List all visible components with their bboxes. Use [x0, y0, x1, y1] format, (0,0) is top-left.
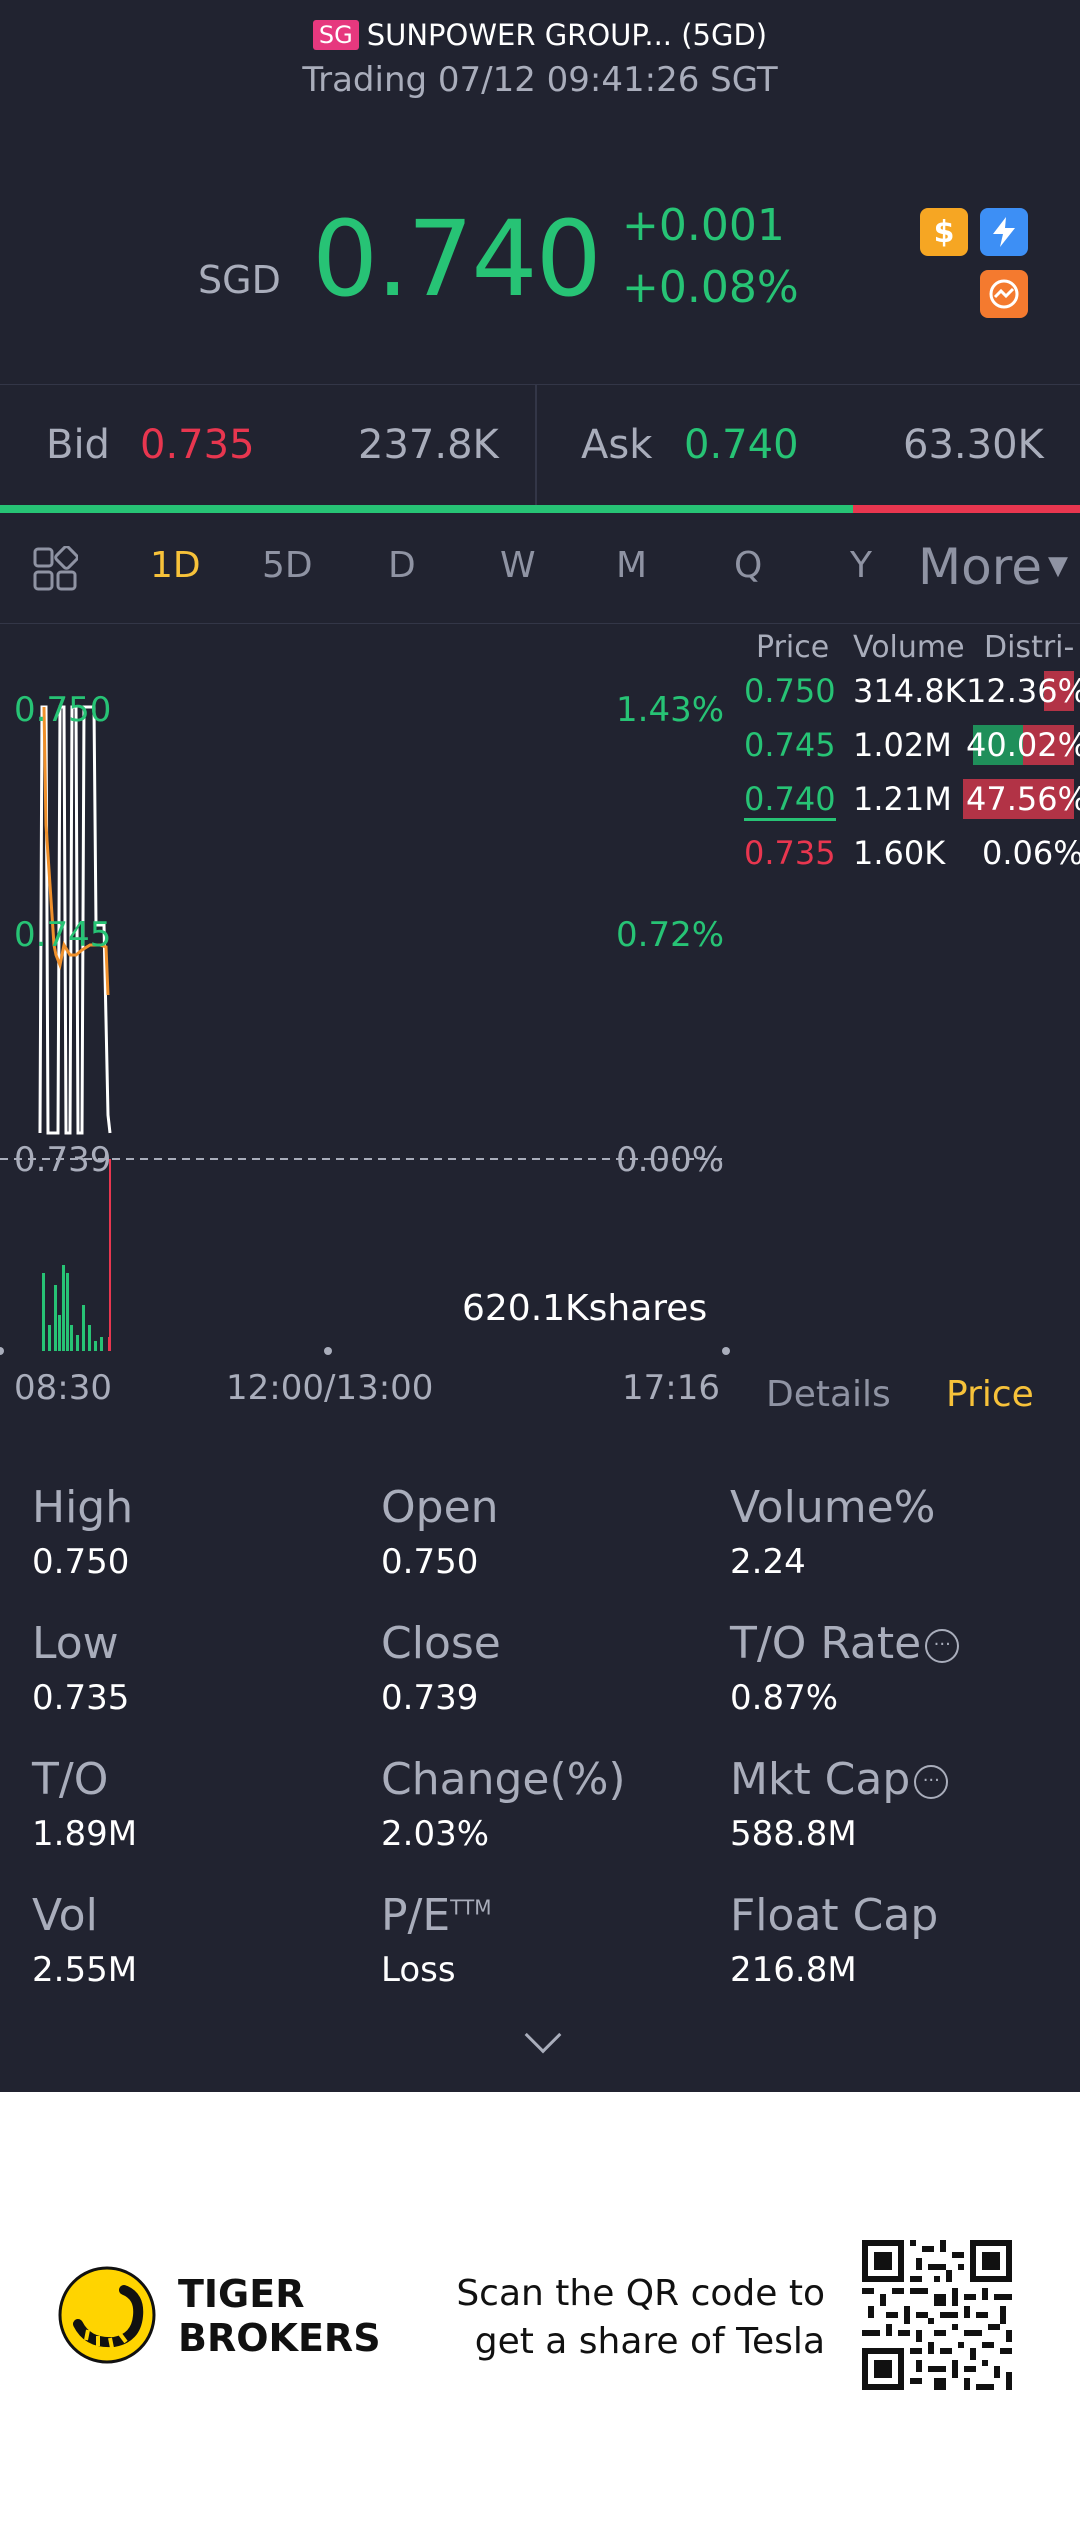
brand-line-2: BROKERS [178, 2316, 381, 2360]
bid-ratio-bar [0, 505, 853, 513]
stat-to-rate: T/O Rate ··· [730, 1618, 960, 1669]
activity-icon[interactable] [980, 270, 1028, 318]
stat-volume-pct-label: Volume% [730, 1482, 936, 1533]
dollar-icon[interactable]: $ [920, 208, 968, 256]
dist-volume: 1.02M [853, 726, 952, 764]
dist-share: 0.06% [982, 834, 1080, 872]
dist-price: 0.735 [744, 834, 836, 872]
stat-high-value: 0.750 [32, 1542, 130, 1582]
dist-header-price: Price [756, 630, 830, 665]
volume-bars [42, 1265, 103, 1351]
layout-grid-icon[interactable] [32, 545, 79, 596]
more-info-icon[interactable]: ··· [914, 1765, 949, 1799]
tab-price-distribution[interactable]: Price [946, 1374, 1034, 1415]
dist-price-current: 0.740 [744, 780, 836, 821]
ask-price[interactable]: 0.740 [684, 422, 799, 468]
tab-w[interactable]: W [500, 545, 536, 586]
tab-more[interactable]: More ▼ [918, 538, 1068, 596]
pct-label-mid: 0.72% [616, 915, 725, 955]
price-label-low: 0.739 [14, 1140, 112, 1180]
tab-q[interactable]: Q [734, 545, 762, 586]
ask-label: Ask [581, 422, 653, 468]
dist-price: 0.750 [744, 672, 836, 710]
flash-icon[interactable] [980, 208, 1028, 256]
stat-to-rate-label: T/O Rate [730, 1618, 922, 1669]
currency-label: SGD [198, 258, 281, 302]
stat-pe-label: P/E [381, 1890, 451, 1941]
dist-header-distribution: Distri- [984, 630, 1075, 665]
tiger-logo-icon [58, 2266, 156, 2368]
stat-turnover-label: T/O [32, 1754, 109, 1805]
price-change-pct: +0.08% [622, 262, 799, 313]
stat-float-cap-value: 216.8M [730, 1950, 857, 1990]
stat-vol-label: Vol [32, 1890, 98, 1941]
ask-ratio-bar [853, 505, 1080, 513]
time-label-open: 08:30 [14, 1368, 112, 1408]
bid-size: 237.8K [358, 422, 499, 468]
promo-line-1: Scan the QR code to [456, 2273, 825, 2314]
pct-label-high: 1.43% [616, 690, 725, 730]
market-badge: SG [312, 20, 359, 50]
stat-change-pct-label: Change(%) [381, 1754, 626, 1805]
stat-high-label: High [32, 1482, 134, 1533]
trading-status: Trading 07/12 09:41:26 SGT [302, 60, 778, 100]
tab-1d[interactable]: 1D [150, 545, 201, 586]
stat-low-value: 0.735 [32, 1678, 130, 1718]
stat-open-value: 0.750 [381, 1542, 479, 1582]
tab-more-label: More [918, 538, 1042, 596]
dist-volume: 1.21M [853, 780, 952, 818]
stat-mkt-cap: Mkt Cap ··· [730, 1754, 949, 1805]
stat-mkt-cap-value: 588.8M [730, 1814, 857, 1854]
dist-volume: 1.60K [853, 834, 946, 872]
dist-share: 12.36% [966, 672, 1080, 710]
stat-float-cap-label: Float Cap [730, 1890, 939, 1941]
dist-price: 0.745 [744, 726, 836, 764]
pct-label-low: 0.00% [616, 1140, 725, 1180]
stat-pe: P/ETTM [381, 1890, 492, 1941]
dist-share: 40.02% [966, 726, 1080, 764]
bid-label: Bid [46, 422, 110, 468]
dist-header-volume: Volume [853, 630, 965, 665]
stat-low-label: Low [32, 1618, 119, 1669]
tab-y[interactable]: Y [850, 545, 872, 586]
dist-share: 47.56% [966, 780, 1080, 818]
tab-d[interactable]: D [388, 545, 416, 586]
more-info-icon[interactable]: ··· [925, 1629, 960, 1663]
stat-pe-value: Loss [381, 1950, 456, 1990]
stat-volume-pct-value: 2.24 [730, 1542, 806, 1582]
volume-total-label: 620.1Kshares [462, 1288, 708, 1329]
time-label-close: 17:16 [622, 1368, 720, 1408]
stat-close-label: Close [381, 1618, 501, 1669]
price-label-mid: 0.745 [14, 915, 112, 955]
caret-down-icon: ▼ [1047, 551, 1068, 581]
tab-m[interactable]: M [616, 545, 647, 586]
promo-line-2: get a share of Tesla [474, 2321, 825, 2362]
stock-title[interactable]: SG SUNPOWER GROUP... (5GD) [0, 18, 1080, 52]
stat-mkt-cap-label: Mkt Cap [730, 1754, 911, 1805]
promo-text: Scan the QR code to get a share of Tesla [440, 2270, 825, 2366]
stat-pe-sup: TTM [450, 1895, 492, 1920]
brand-name: TIGER BROKERS [178, 2272, 381, 2360]
tab-details[interactable]: Details [766, 1374, 891, 1415]
price-label-high: 0.750 [14, 690, 112, 730]
bid-price[interactable]: 0.735 [140, 422, 255, 468]
stat-open-label: Open [381, 1482, 499, 1533]
dist-volume: 314.8K [853, 672, 966, 710]
stat-close-value: 0.739 [381, 1678, 479, 1718]
time-label-break: 12:00/13:00 [226, 1368, 434, 1408]
qr-code-icon[interactable] [862, 2240, 1012, 2394]
stat-vol-value: 2.55M [32, 1950, 138, 1990]
tab-5d[interactable]: 5D [262, 545, 313, 586]
brand-line-1: TIGER [178, 2272, 305, 2316]
stock-name: SUNPOWER GROUP... (5GD) [366, 18, 768, 52]
ask-size: 63.30K [903, 422, 1044, 468]
last-price: 0.740 [312, 198, 602, 320]
price-change: +0.001 [622, 200, 785, 251]
stat-turnover-value: 1.89M [32, 1814, 138, 1854]
intraday-chart[interactable] [0, 625, 730, 1385]
stat-to-rate-value: 0.87% [730, 1678, 839, 1718]
bid-ask-divider [535, 384, 537, 508]
stat-change-pct-value: 2.03% [381, 1814, 490, 1854]
